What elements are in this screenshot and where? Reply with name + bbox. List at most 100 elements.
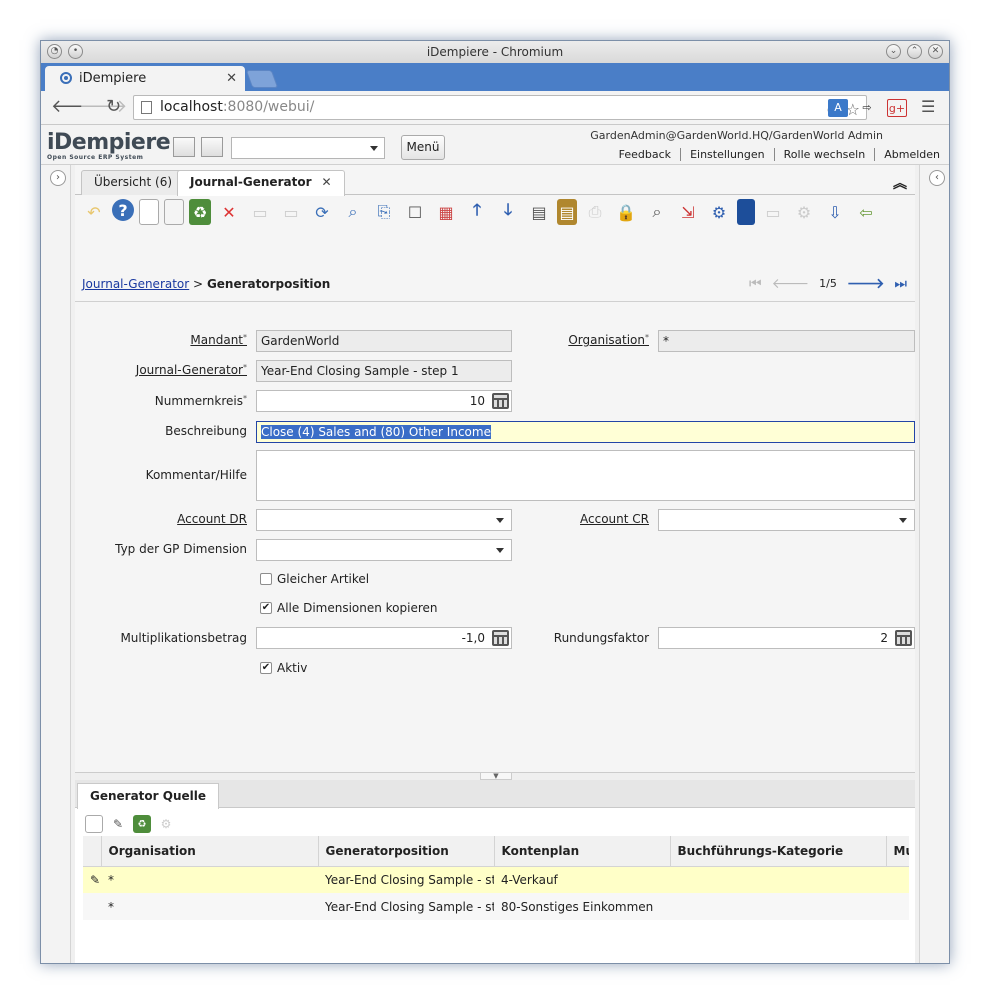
account-cr-select[interactable] xyxy=(658,509,915,531)
chevron-down-icon[interactable] xyxy=(496,518,504,523)
breadcrumb-parent-link[interactable]: Journal-Generator xyxy=(82,277,189,291)
calculator-icon[interactable] xyxy=(895,630,912,646)
copy-record-icon[interactable] xyxy=(164,199,184,225)
first-record-icon[interactable]: ⏮ xyxy=(749,276,762,292)
journal-generator-field[interactable]: Year-End Closing Sample - step 1 xyxy=(256,360,512,382)
organisation-label[interactable]: Organisation* xyxy=(555,333,649,347)
multiplikationsbetrag-input[interactable]: -1,0 xyxy=(256,627,512,649)
grid-toggle-icon[interactable]: ▦ xyxy=(433,199,459,225)
maximize-button[interactable]: ⌃ xyxy=(907,44,922,59)
delete-icon[interactable]: ♻ xyxy=(133,815,151,833)
new-record-icon[interactable] xyxy=(139,199,159,225)
calculator-icon[interactable] xyxy=(492,393,509,409)
settings-link[interactable]: Einstellungen xyxy=(681,148,775,161)
table-row[interactable]: ✎ * Year-End Closing Sample - step 1 4-V… xyxy=(83,866,909,893)
browser-tab[interactable]: iDempiere ✕ xyxy=(45,66,245,91)
edit-record-icon[interactable]: ✎ xyxy=(109,815,127,833)
detail-record-icon[interactable]: 🡓 xyxy=(495,199,521,225)
chromium-icon[interactable]: ◔ xyxy=(47,44,62,59)
chevron-down-icon[interactable] xyxy=(899,518,907,523)
address-bar[interactable]: localhost:8080/webui/ ⊕ ☆ xyxy=(133,95,867,120)
workflow-icon[interactable]: ⇲ xyxy=(675,199,701,225)
tab-overview[interactable]: Übersicht (6) xyxy=(81,170,186,195)
close-tab-icon[interactable]: ✕ xyxy=(322,175,332,189)
import-icon[interactable]: ⇦ xyxy=(853,199,879,225)
process-icon[interactable]: ⚙ xyxy=(791,199,817,225)
parent-record-icon[interactable]: 🡑 xyxy=(464,199,490,225)
archive-icon[interactable]: ▤ xyxy=(557,199,577,225)
global-search-combo[interactable] xyxy=(231,137,385,159)
switch-role-link[interactable]: Rolle wechseln xyxy=(775,148,876,161)
rundungsfaktor-input[interactable]: 2 xyxy=(658,627,915,649)
account-cr-label[interactable]: Account CR xyxy=(555,512,649,526)
mandant-label[interactable]: Mandant* xyxy=(155,333,247,347)
next-record-icon[interactable]: 🡒 xyxy=(847,275,885,292)
attachment-icon[interactable]: ⎘ xyxy=(371,199,397,225)
history-icon[interactable]: ▤ xyxy=(526,199,552,225)
save-create-icon[interactable]: ▭ xyxy=(278,199,304,225)
undo-icon[interactable]: ↶ xyxy=(81,199,107,225)
organisation-field[interactable]: * xyxy=(658,330,915,352)
tab-generator-quelle[interactable]: Generator Quelle xyxy=(77,783,220,809)
column-header[interactable]: Organisation xyxy=(101,836,319,867)
beschreibung-input[interactable]: Close (4) Sales and (80) Other Income xyxy=(256,421,915,443)
account-dr-select[interactable] xyxy=(256,509,512,531)
alle-dimensionen-checkbox[interactable]: ✔ Alle Dimensionen kopieren xyxy=(260,601,438,615)
request-icon[interactable]: ⚙ xyxy=(706,199,732,225)
tab-journal-generator[interactable]: Journal-Generator ✕ xyxy=(177,170,345,196)
nummernkreis-input[interactable]: 10 xyxy=(256,390,512,412)
feedback-link[interactable]: Feedback xyxy=(610,148,682,161)
print-icon[interactable]: ⎙ xyxy=(582,199,608,225)
checkbox-box[interactable]: ✔ xyxy=(260,662,272,674)
chrome-menu-icon[interactable]: ☰ xyxy=(921,97,935,117)
column-header[interactable]: Mu xyxy=(886,836,909,867)
account-dr-label[interactable]: Account DR xyxy=(115,512,247,526)
column-header[interactable]: Kontenplan xyxy=(494,836,671,867)
chevron-down-icon[interactable] xyxy=(496,548,504,553)
lock-icon[interactable]: 🔒 xyxy=(613,199,639,225)
column-header[interactable]: Buchführungs-Kategorie xyxy=(670,836,887,867)
close-window-button[interactable]: ✕ xyxy=(928,44,943,59)
refresh-icon[interactable]: ⟳ xyxy=(309,199,335,225)
find-icon[interactable]: ⌕ xyxy=(340,199,366,225)
table-row[interactable]: * Year-End Closing Sample - step 1 80-So… xyxy=(83,893,909,920)
product-info-icon[interactable] xyxy=(737,199,755,225)
reload-icon[interactable]: ↻ xyxy=(106,97,121,117)
menu-button[interactable]: Menü xyxy=(401,135,445,160)
gleicher-artikel-checkbox[interactable]: Gleicher Artikel xyxy=(260,572,369,586)
process-icon[interactable]: ⚙ xyxy=(157,815,175,833)
expand-right-icon[interactable]: ‹ xyxy=(929,170,945,186)
typ-gp-dimension-select[interactable] xyxy=(256,539,512,561)
calculator-icon[interactable] xyxy=(492,630,509,646)
delete-selection-icon[interactable]: ✕ xyxy=(216,199,242,225)
collapse-icon[interactable]: ︽ xyxy=(893,173,907,193)
device-extension-icon[interactable]: ⇨ xyxy=(857,99,877,117)
mandant-field[interactable]: GardenWorld xyxy=(256,330,512,352)
report-icon[interactable]: ▭ xyxy=(760,199,786,225)
checkbox-box[interactable]: ✔ xyxy=(260,602,272,614)
panel-splitter[interactable]: ▼ xyxy=(75,772,915,780)
kommentar-textarea[interactable] xyxy=(256,450,915,501)
pin-icon[interactable]: • xyxy=(68,44,83,59)
google-plus-extension-icon[interactable]: g+ xyxy=(887,99,907,117)
aktiv-checkbox[interactable]: ✔ Aktiv xyxy=(260,661,307,675)
journal-generator-label[interactable]: Journal-Generator* xyxy=(115,363,247,377)
expand-left-icon[interactable]: › xyxy=(50,170,66,186)
delete-icon[interactable]: ♻ xyxy=(189,199,211,225)
new-tab-button[interactable] xyxy=(245,70,279,88)
open-folder-icon[interactable] xyxy=(201,137,223,157)
translate-extension-icon[interactable]: A xyxy=(828,99,848,117)
idempiere-logo[interactable]: iDempiere Open Source ERP System xyxy=(47,132,171,162)
splitter-grip-icon[interactable]: ▼ xyxy=(480,773,512,780)
zoom-across-icon[interactable]: ⌕ xyxy=(644,199,670,225)
new-record-icon[interactable] xyxy=(85,815,103,833)
minimize-button[interactable]: ⌄ xyxy=(886,44,901,59)
chat-icon[interactable]: ☐ xyxy=(402,199,428,225)
save-icon[interactable]: ▭ xyxy=(247,199,273,225)
edit-row-icon[interactable]: ✎ xyxy=(83,866,101,893)
export-icon[interactable]: ⇩ xyxy=(822,199,848,225)
help-icon[interactable]: ? xyxy=(112,199,134,221)
last-record-icon[interactable]: ⏭ xyxy=(894,276,907,292)
column-header[interactable]: Generatorposition xyxy=(318,836,495,867)
new-document-icon[interactable] xyxy=(173,137,195,157)
